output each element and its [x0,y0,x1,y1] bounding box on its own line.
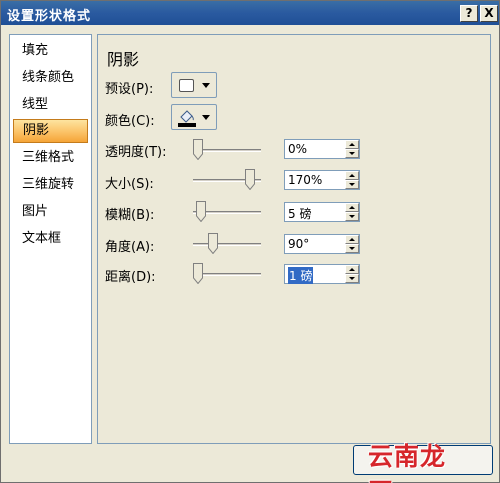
format-shape-dialog: 设置形状格式 ? X 填充 线条颜色 线型 阴影 三维格式 三维旋转 图片 文本… [0,0,500,483]
spin-down-button[interactable] [345,180,359,189]
nav-item-line-style[interactable]: 线型 [13,93,88,117]
spin-down-button[interactable] [345,244,359,253]
dialog-title: 设置形状格式 [7,9,92,24]
nav-item-fill[interactable]: 填充 [13,39,88,63]
spinbox-value[interactable]: 1 磅 [288,267,314,284]
slider-thumb[interactable] [193,263,203,284]
slider-thumb[interactable] [245,169,255,190]
spin-up-button[interactable] [345,140,359,149]
slider-track [193,273,261,276]
shadow-panel: 阴影 预设(P): 颜色(C): 透明度(T): 0% 大小(S): 170% … [97,34,491,444]
slider-track [193,243,261,246]
section-title: 阴影 [107,50,140,69]
title-bar[interactable]: 设置形状格式 ? X [1,1,499,25]
nav-item-line-color[interactable]: 线条颜色 [13,66,88,90]
nav-item-picture[interactable]: 图片 [13,200,88,224]
distance-label: 距离(D): [105,270,156,285]
blur-spinbox[interactable]: 5 磅 [284,202,360,222]
blur-label: 模糊(B): [105,208,155,223]
transparency-spinbox[interactable]: 0% [284,139,360,159]
preset-dropdown[interactable] [171,72,217,98]
distance-slider[interactable] [193,263,263,285]
size-slider[interactable] [193,169,263,191]
distance-spinbox[interactable]: 1 磅 [284,264,360,284]
spin-up-button[interactable] [345,265,359,274]
color-dropdown[interactable] [171,104,217,130]
paint-bucket-icon [178,110,196,127]
nav-item-3d-format[interactable]: 三维格式 [13,146,88,170]
close-window-button[interactable]: X [480,5,498,22]
spin-down-button[interactable] [345,212,359,221]
slider-thumb[interactable] [193,139,203,160]
angle-spinbox[interactable]: 90° [284,234,360,254]
chevron-down-icon [202,115,210,120]
nav-item-shadow[interactable]: 阴影 [13,119,88,143]
blur-slider[interactable] [193,201,263,223]
spin-up-button[interactable] [345,235,359,244]
slider-thumb[interactable] [196,201,206,222]
spin-down-button[interactable] [345,149,359,158]
help-button[interactable]: ? [460,5,478,22]
size-spinbox[interactable]: 170% [284,170,360,190]
spinbox-value[interactable]: 90° [288,237,309,251]
transparency-slider[interactable] [193,139,263,161]
chevron-down-icon [202,83,210,88]
color-label: 颜色(C): [105,114,155,129]
angle-slider[interactable] [193,233,263,255]
spinbox-value[interactable]: 170% [288,173,322,187]
spinbox-value[interactable]: 5 磅 [288,205,311,222]
preset-label: 预设(P): [105,82,154,97]
shadow-preset-icon [179,79,194,92]
spinbox-value[interactable]: 0% [288,142,307,156]
nav-item-3d-rotation[interactable]: 三维旋转 [13,173,88,197]
size-label: 大小(S): [105,177,154,192]
spin-down-button[interactable] [345,274,359,283]
slider-track [193,149,261,152]
watermark-text: 云南龙网 [368,442,447,483]
transparency-label: 透明度(T): [105,145,167,160]
spin-up-button[interactable] [345,203,359,212]
nav-item-text-box[interactable]: 文本框 [13,227,88,251]
spin-up-button[interactable] [345,171,359,180]
angle-label: 角度(A): [105,240,155,255]
slider-thumb[interactable] [208,233,218,254]
category-list: 填充 线条颜色 线型 阴影 三维格式 三维旋转 图片 文本框 [9,34,92,444]
